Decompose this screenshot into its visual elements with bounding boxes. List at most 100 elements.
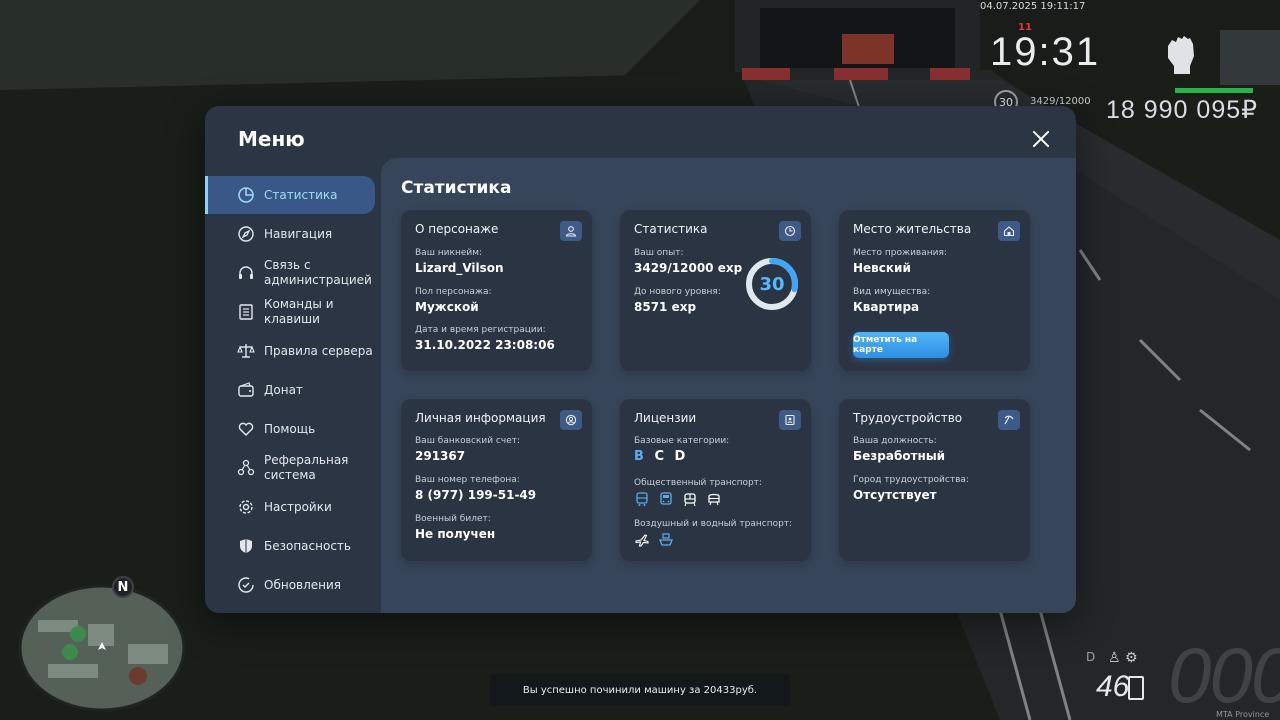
network-icon [237,459,255,477]
notification-toast: Вы успешно починили машину за 20433руб. [490,674,790,706]
license-categories: B C D [634,449,691,464]
user-icon [560,221,582,241]
card-title: О персонаже [415,222,499,236]
document-icon [237,303,255,321]
gear-icon [237,498,255,516]
bus-front-icon [658,491,674,507]
close-icon[interactable] [1029,127,1053,151]
license-category-c: C [654,449,664,464]
license-category-b: B [634,449,644,464]
sidebar-item-label: Связь с администрацией [264,258,372,287]
sidebar-item-commands[interactable]: Команды и клавиши [205,293,375,331]
health-bar [1175,88,1253,93]
sidebar-item-rules[interactable]: Правила сервера [205,332,375,370]
pickaxe-icon [998,410,1020,430]
home-icon [998,221,1020,241]
card-title: Личная информация [415,411,546,425]
employment-city-value: Отсутствует [853,488,937,502]
menu-window: Меню Статистика Навигация Связь с админи… [205,106,1076,613]
menu-title: Меню [238,127,305,151]
minimap [18,584,186,712]
sidebar-item-statistics[interactable]: Статистика [205,176,375,214]
hud-datetime: 04.07.2025 19:11:17 [980,1,1086,12]
personal-info-card: Личная информация Ваш банковский счет: 2… [401,399,592,561]
sidebar-item-security[interactable]: Безопасность [205,527,375,565]
property-value: Квартира [853,300,920,314]
id-card-icon [779,410,801,430]
sidebar-item-label: Навигация [264,226,333,241]
sidebar-item-referral[interactable]: Реферальная система [205,449,375,487]
registration-value: 31.10.2022 23:08:06 [415,338,555,352]
seatbelt-icon: ♙ ⚙ [1108,650,1138,666]
heart-hand-icon [237,420,255,438]
wallet-icon [237,381,255,399]
license-category-d: D [674,449,686,464]
nickname-label: Ваш никнейм: [415,248,483,258]
compass-icon [237,225,255,243]
employment-city-label: Город трудоустройства: [853,475,969,485]
check-circle-icon [237,576,255,594]
position-label: Ваша должность: [853,436,937,446]
sidebar-item-label: Донат [264,382,303,397]
card-title: Статистика [634,222,708,236]
nickname-value: Lizard_Vilson [415,261,504,275]
position-value: Безработный [853,449,946,463]
public-transport-icons [634,491,722,507]
fuel-icon [1128,676,1144,700]
hud-clock: 19:31 [990,30,1101,74]
bus-icon [634,491,650,507]
phone-value: 8 (977) 199-51-49 [415,488,537,502]
content-title: Статистика [401,178,512,198]
sidebar-item-label: Обновления [264,577,342,592]
trolleybus-icon [706,491,722,507]
level-number: 30 [759,273,785,295]
pie-chart-icon [237,186,255,204]
sidebar-item-help[interactable]: Помощь [205,410,375,448]
stats-card: Статистика Ваш опыт: 3429/12000 exp До н… [620,210,811,371]
place-label: Место проживания: [853,248,947,258]
tram-icon [682,491,698,507]
phone-label: Ваш номер телефона: [415,475,520,485]
registration-label: Дата и время регистрации: [415,325,546,335]
sidebar-item-label: Статистика [264,187,338,202]
sidebar-item-admin-contact[interactable]: Связь с администрацией [205,254,375,292]
server-watermark: MTA Province #7 [1216,710,1270,720]
hud-money: 18 990 095₽ [1106,96,1259,124]
sidebar-item-label: Команды и клавиши [264,297,334,326]
sidebar-item-label: Помощь [264,421,316,436]
residence-card: Место жительства Место проживания: Невск… [839,210,1030,371]
military-label: Военный билет: [415,514,491,524]
card-title: Лицензии [634,411,697,425]
sidebar-item-donate[interactable]: Донат [205,371,375,409]
sidebar-item-label: Правила сервера [264,343,373,358]
scales-icon [237,342,255,360]
sidebar-item-settings[interactable]: Настройки [205,488,375,526]
sidebar-item-navigation[interactable]: Навигация [205,215,375,253]
gear-indicator: D [1086,650,1096,664]
exp-value: 3429/12000 exp [634,261,743,275]
character-card: О персонаже Ваш никнейм: Lizard_Vilson П… [401,210,592,371]
air-water-transport-label: Воздушный и водный транспорт: [634,519,793,529]
sidebar-item-updates[interactable]: Обновления [205,566,375,604]
headset-icon [237,264,255,282]
speedometer: 000 [1168,631,1280,719]
property-label: Вид имущества: [853,287,931,297]
fuel-amount: 46 [1096,670,1130,703]
gender-label: Пол персонажа: [415,287,492,297]
content-panel: Статистика О персонаже Ваш никнейм: Liza… [381,158,1076,613]
sidebar-item-label: Настройки [264,499,332,514]
bank-label: Ваш банковский счет: [415,436,521,446]
gender-value: Мужской [415,300,479,314]
next-level-value: 8571 exp [634,300,697,314]
bank-value: 291367 [415,449,466,463]
card-title: Место жительства [853,222,972,236]
sidebar-item-label: Безопасность [264,538,351,553]
military-value: Не получен [415,527,496,541]
sidebar-item-label: Реферальная система [264,453,349,482]
ship-icon [658,532,674,548]
compass-north: N [112,576,134,598]
mark-on-map-button[interactable]: Отметить на карте [853,332,949,358]
fist-icon [1160,32,1200,76]
place-value: Невский [853,261,911,275]
plane-icon [634,532,650,548]
